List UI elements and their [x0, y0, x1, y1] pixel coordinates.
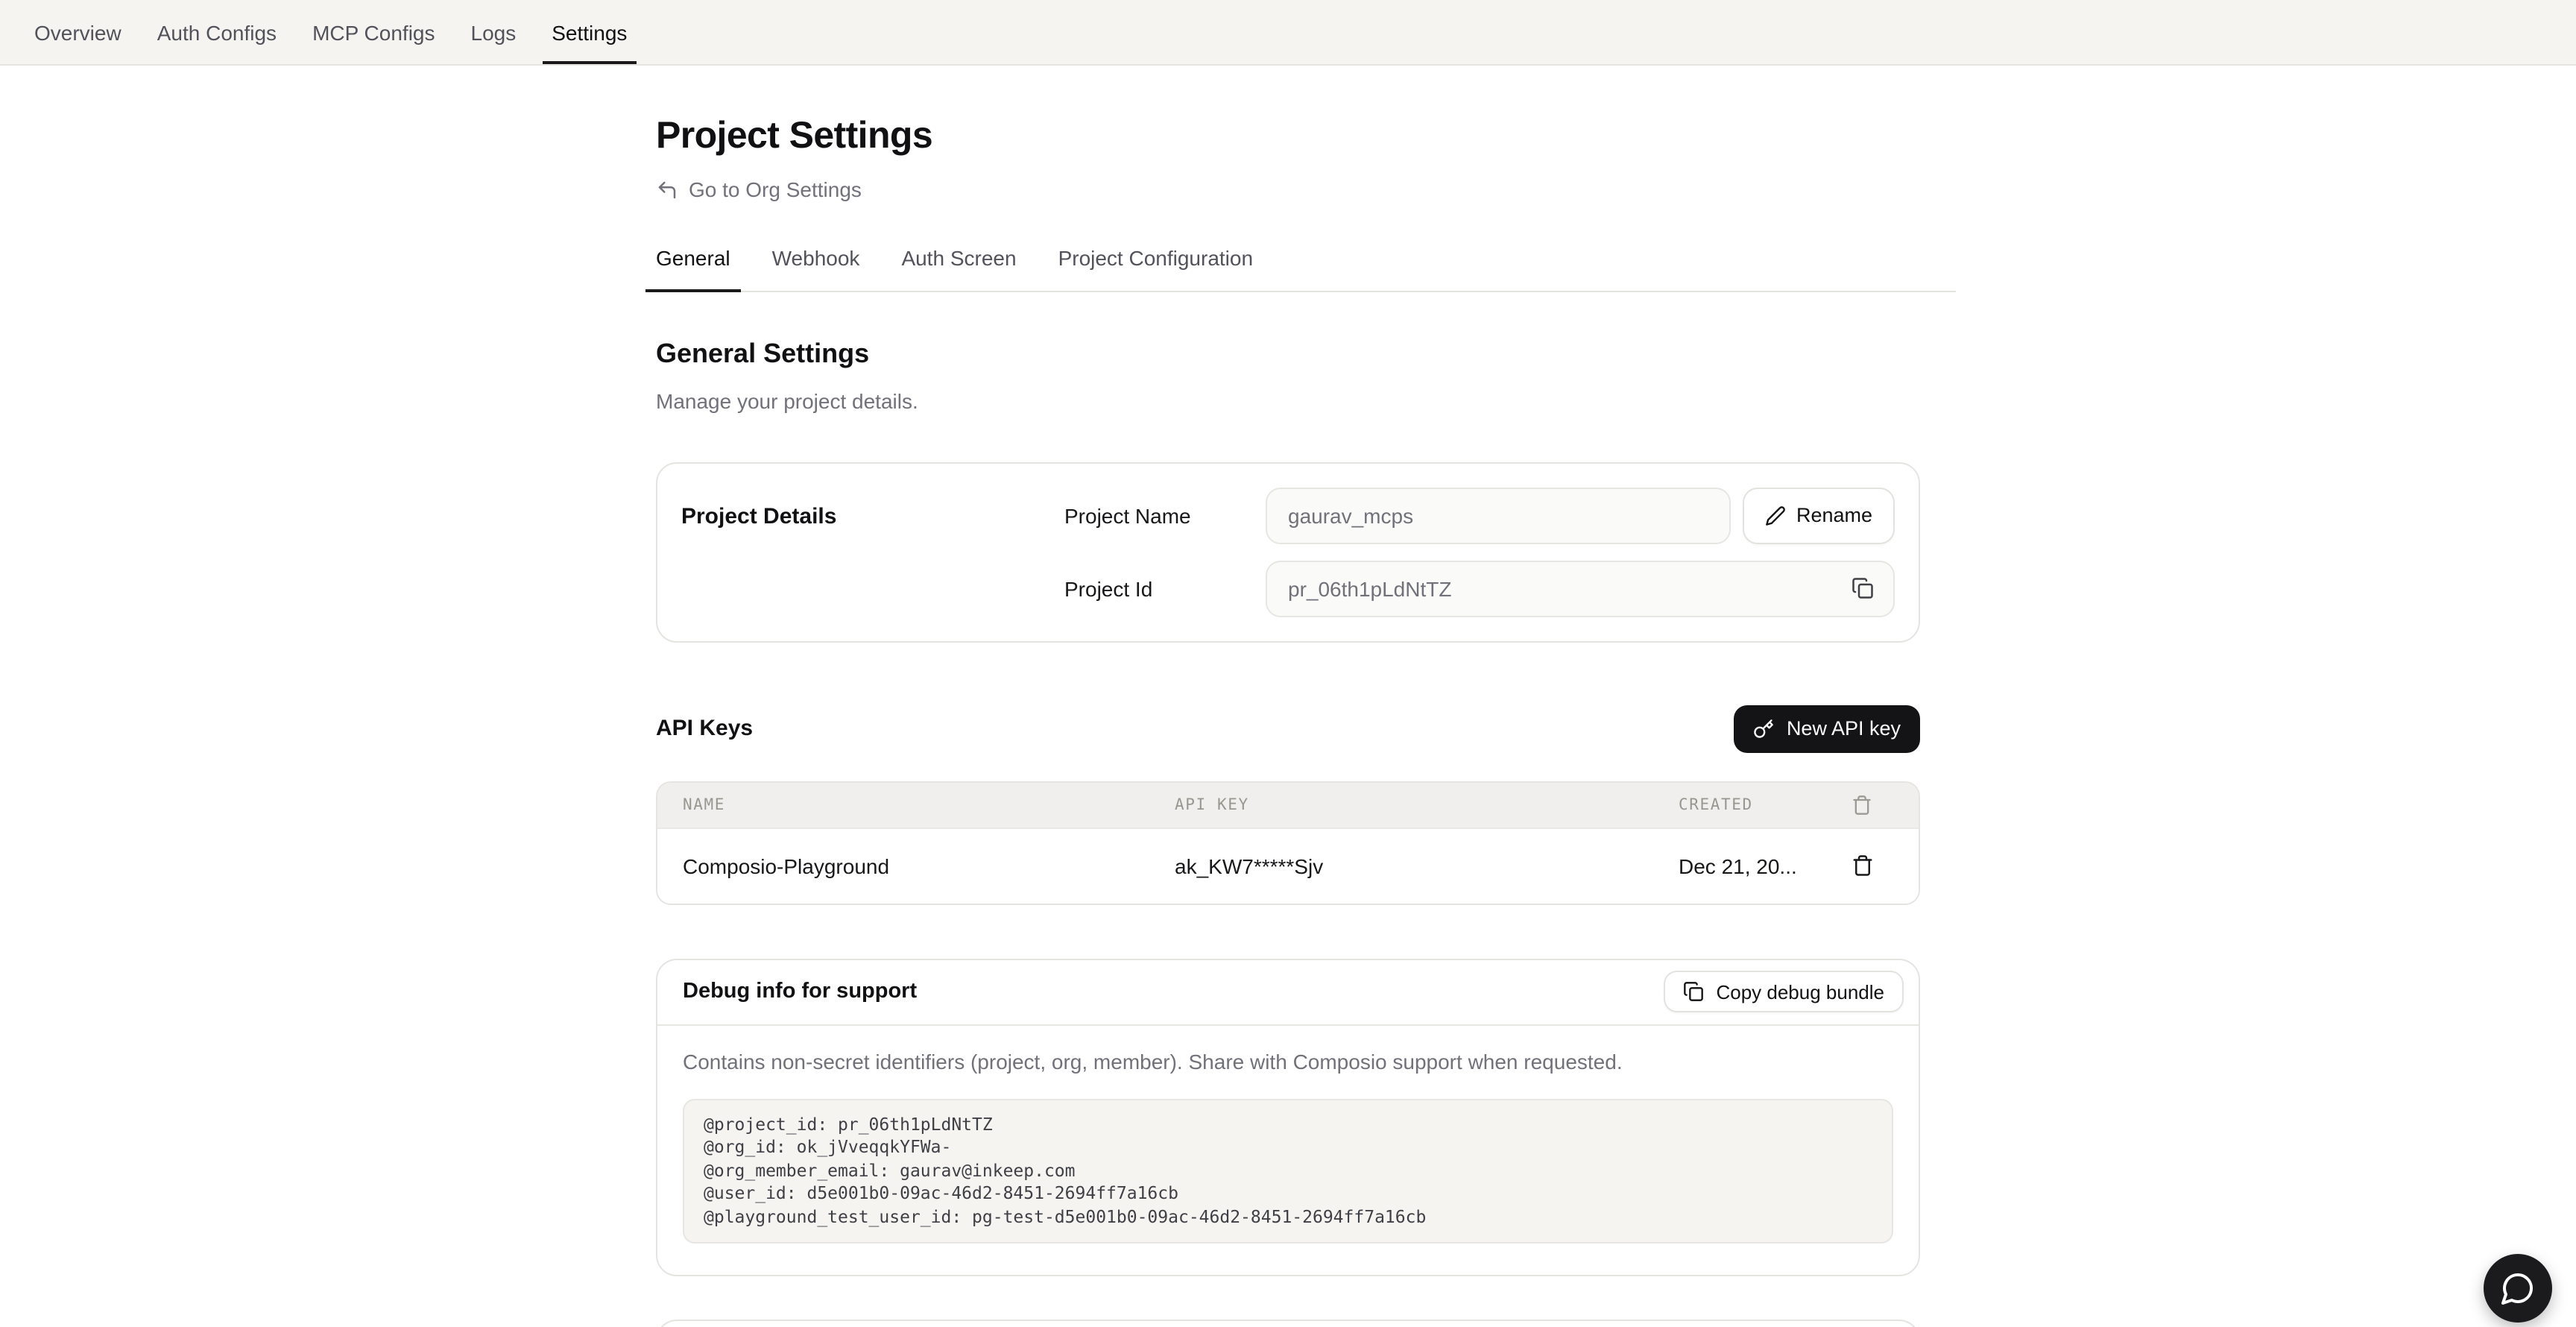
project-id-input[interactable]	[1266, 560, 1895, 617]
project-name-label: Project Name	[1064, 503, 1266, 527]
debug-info-card: Debug info for support Copy debug bundle…	[656, 958, 1920, 1277]
copy-debug-bundle-button[interactable]: Copy debug bundle	[1664, 971, 1904, 1012]
api-key-created-cell: Dec 21, 20...	[1679, 854, 1844, 877]
debug-bundle-code-block: @project_id: pr_06th1pLdNtTZ@org_id: ok_…	[683, 1098, 1893, 1244]
debug-card-title: Debug info for support	[683, 980, 917, 1003]
copy-icon	[1683, 981, 1704, 1002]
api-keys-table-header: NAME API KEY CREATED	[657, 782, 1919, 827]
next-section-card-partial	[656, 1320, 1920, 1327]
project-details-title: Project Details	[681, 487, 1064, 617]
nav-item-settings[interactable]: Settings	[534, 0, 645, 64]
tab-auth-screen[interactable]: Auth Screen	[891, 245, 1026, 290]
column-header-api-key: API KEY	[1175, 795, 1679, 813]
go-to-org-settings-link[interactable]: Go to Org Settings	[656, 177, 862, 201]
project-id-field	[1266, 560, 1895, 617]
rename-label: Rename	[1796, 504, 1872, 526]
api-key-name-cell: Composio-Playground	[683, 854, 1175, 877]
debug-line: @org_id: ok_jVveqqkYFWa-	[704, 1136, 1872, 1159]
project-name-input[interactable]	[1266, 487, 1731, 543]
support-chat-button[interactable]	[2484, 1254, 2552, 1323]
copy-icon	[1851, 577, 1873, 599]
column-header-name: NAME	[683, 795, 1175, 813]
project-details-card: Project Details Project Name Rename Proj…	[656, 461, 1920, 642]
copy-project-id-button[interactable]	[1844, 570, 1880, 606]
api-keys-heading: API Keys	[656, 716, 753, 741]
go-to-org-settings-label: Go to Org Settings	[689, 177, 862, 201]
project-settings-page: Overview Auth Configs MCP Configs Logs S…	[0, 0, 2576, 1327]
debug-card-header: Debug info for support Copy debug bundle	[657, 959, 1919, 1025]
main-content: Project Settings Go to Org Settings Gene…	[656, 115, 1920, 1327]
project-details-form: Project Name Rename Project Id	[1064, 487, 1895, 617]
pencil-icon	[1765, 505, 1786, 526]
settings-tabs: General Webhook Auth Screen Project Conf…	[656, 245, 1956, 291]
api-keys-header-row: API Keys New API key	[656, 705, 1920, 752]
api-key-value-cell: ak_KW7*****Sjv	[1175, 854, 1679, 877]
project-id-label: Project Id	[1064, 576, 1266, 600]
top-nav: Overview Auth Configs MCP Configs Logs S…	[0, 0, 2576, 66]
nav-item-logs[interactable]: Logs	[453, 0, 534, 64]
corner-up-left-icon	[656, 178, 678, 201]
new-api-key-button[interactable]: New API key	[1734, 705, 1920, 752]
project-id-row: Project Id	[1064, 560, 1895, 617]
page-title: Project Settings	[656, 115, 1920, 158]
copy-debug-bundle-label: Copy debug bundle	[1716, 980, 1884, 1003]
trash-icon	[1852, 794, 1872, 815]
debug-line: @playground_test_user_id: pg-test-d5e001…	[704, 1206, 1872, 1229]
general-settings-heading: General Settings	[656, 338, 1920, 369]
column-header-created: CREATED	[1679, 795, 1844, 813]
key-icon	[1754, 718, 1775, 739]
nav-item-overview[interactable]: Overview	[16, 0, 139, 64]
debug-line: @org_member_email: gaurav@inkeep.com	[704, 1159, 1872, 1182]
rename-button[interactable]: Rename	[1743, 487, 1895, 543]
header-trash-icon-cell	[1844, 787, 1880, 822]
tab-general[interactable]: General	[645, 245, 741, 290]
trash-icon	[1851, 854, 1873, 877]
general-settings-subheading: Manage your project details.	[656, 388, 1920, 412]
new-api-key-label: New API key	[1787, 717, 1901, 740]
chat-bubble-icon	[2500, 1270, 2536, 1306]
debug-line: @project_id: pr_06th1pLdNtTZ	[704, 1113, 1872, 1136]
delete-api-key-button[interactable]	[1844, 848, 1880, 883]
debug-card-body: Contains non-secret identifiers (project…	[657, 1025, 1919, 1276]
tab-project-configuration[interactable]: Project Configuration	[1048, 245, 1264, 290]
tab-webhook[interactable]: Webhook	[762, 245, 871, 290]
project-name-row: Project Name Rename	[1064, 487, 1895, 543]
nav-item-mcp-configs[interactable]: MCP Configs	[294, 0, 452, 64]
debug-line: @user_id: d5e001b0-09ac-46d2-8451-2694ff…	[704, 1183, 1872, 1206]
api-key-table-row: Composio-Playground ak_KW7*****Sjv Dec 2…	[657, 827, 1919, 903]
debug-description: Contains non-secret identifiers (project…	[683, 1049, 1893, 1073]
nav-item-auth-configs[interactable]: Auth Configs	[139, 0, 294, 64]
api-keys-table: NAME API KEY CREATED Composio-Playground…	[656, 781, 1920, 904]
